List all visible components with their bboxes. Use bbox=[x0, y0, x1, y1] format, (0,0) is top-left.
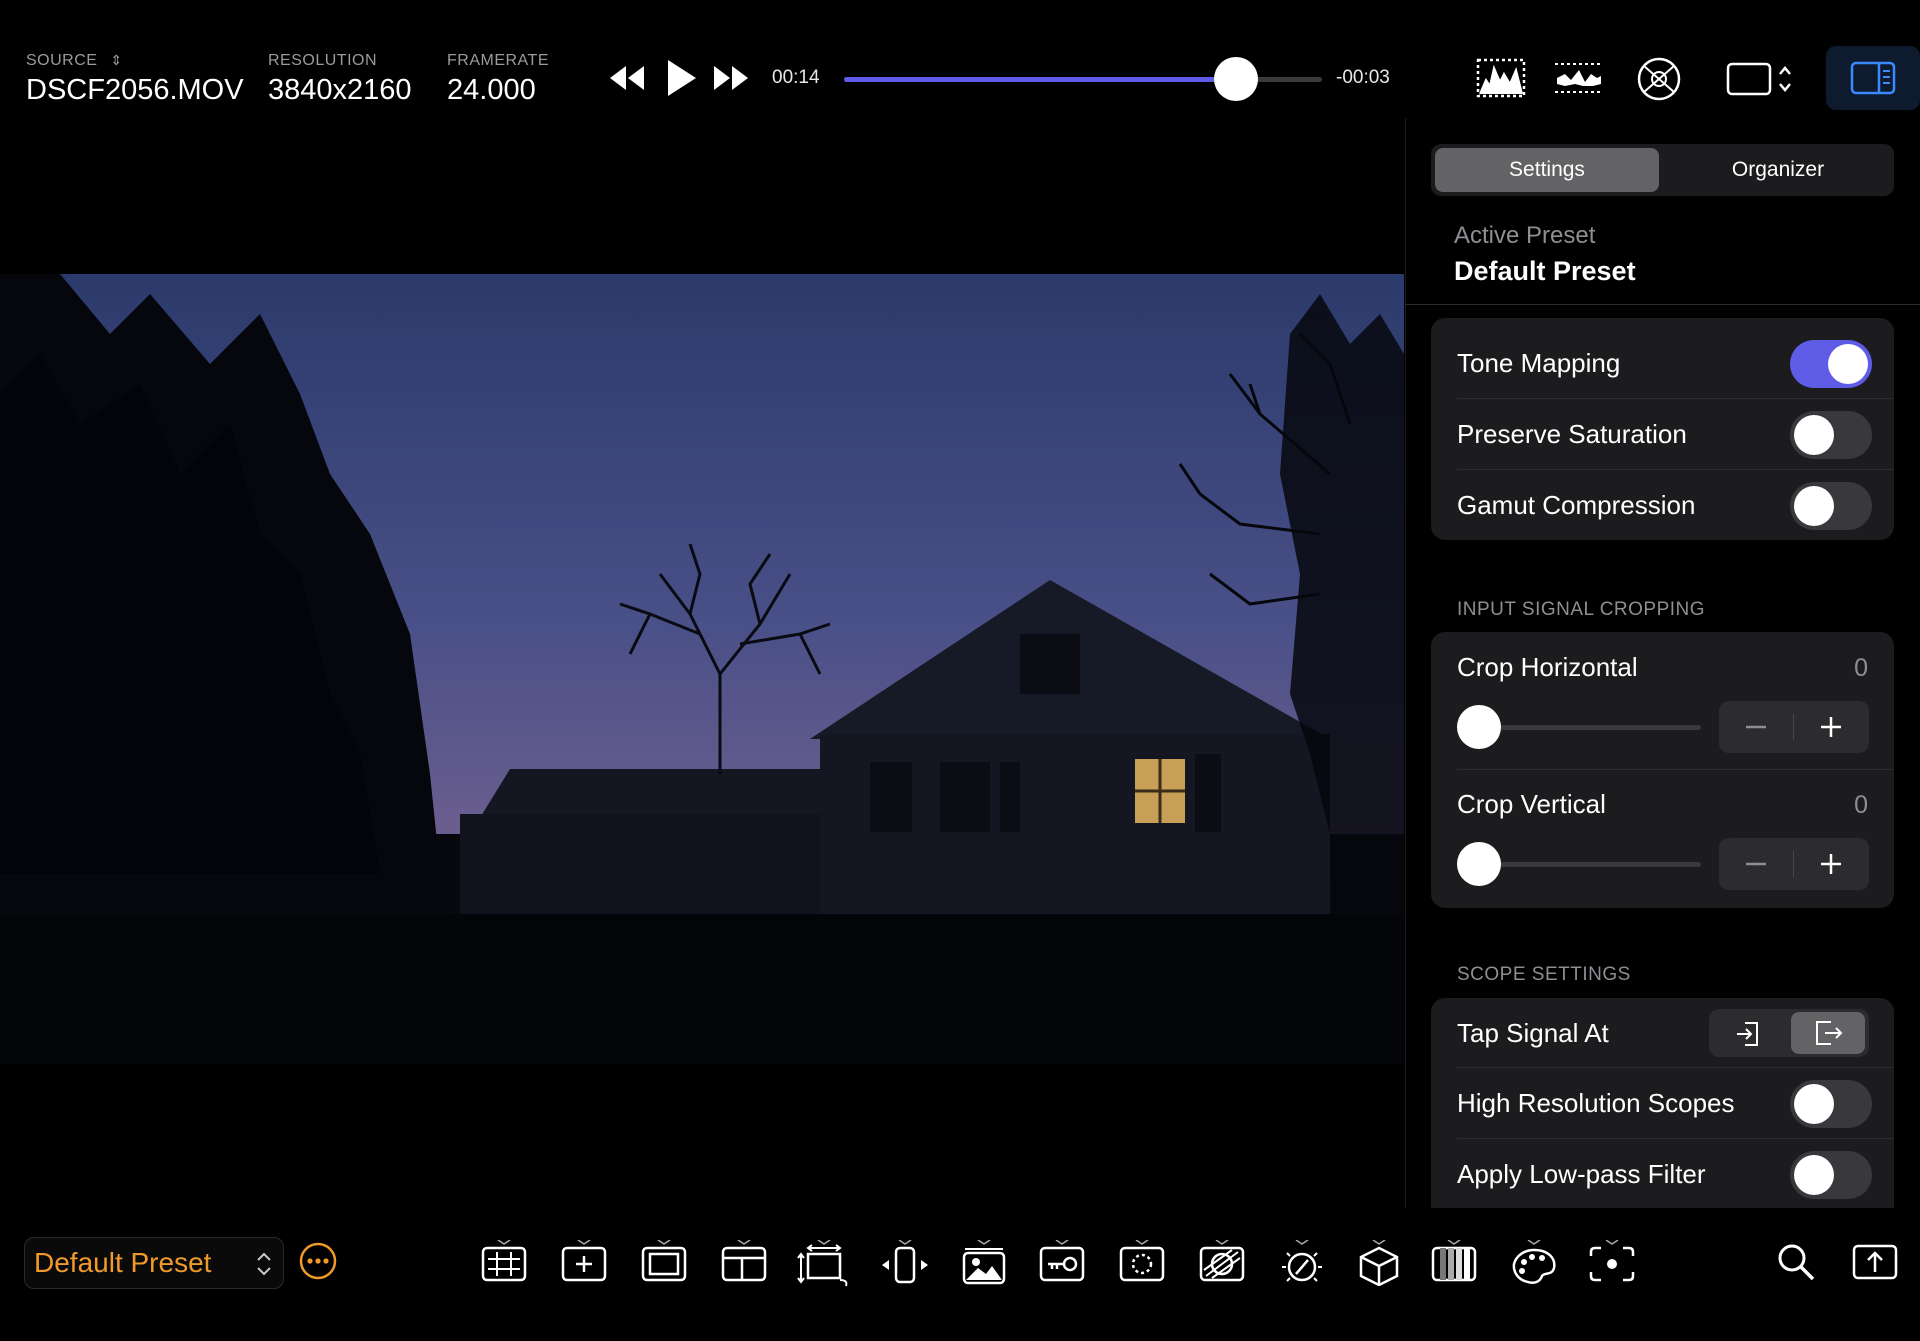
scope-settings-header: SCOPE SETTINGS bbox=[1457, 964, 1631, 985]
stepper-separator bbox=[1793, 851, 1794, 877]
active-preset-label: Active Preset bbox=[1454, 222, 1596, 249]
minus-icon[interactable] bbox=[1744, 717, 1768, 737]
exposure-icon[interactable] bbox=[1276, 1240, 1328, 1288]
preset-selector[interactable]: Default Preset bbox=[24, 1237, 284, 1289]
tap-signal-segmented bbox=[1709, 1009, 1869, 1057]
low-pass-filter-label: Apply Low-pass Filter bbox=[1457, 1159, 1706, 1189]
low-pass-filter-toggle[interactable] bbox=[1790, 1151, 1872, 1199]
crop-vertical-label: Crop Vertical bbox=[1457, 789, 1606, 819]
resolution-info: RESOLUTION 3840x2160 bbox=[268, 52, 412, 107]
safe-area-icon[interactable] bbox=[720, 1240, 768, 1284]
tap-input-icon[interactable] bbox=[1733, 1019, 1763, 1049]
video-viewer[interactable] bbox=[0, 274, 1404, 1064]
crop-horizontal-value: 0 bbox=[1854, 654, 1868, 682]
source-selector[interactable]: SOURCE ⇕ DSCF2056.MOV bbox=[26, 52, 244, 107]
gamut-compression-toggle[interactable] bbox=[1790, 482, 1872, 530]
aspect-ratio-icon[interactable] bbox=[1726, 60, 1796, 100]
fast-forward-icon[interactable] bbox=[712, 58, 750, 98]
tab-organizer[interactable]: Organizer bbox=[1667, 148, 1889, 192]
toggle-knob bbox=[1828, 344, 1868, 384]
preset-divider bbox=[1405, 304, 1920, 305]
active-preset-name: Default Preset bbox=[1454, 256, 1636, 286]
tone-mapping-toggle[interactable] bbox=[1790, 340, 1872, 388]
vectorscope-icon[interactable] bbox=[1636, 56, 1682, 102]
preserve-saturation-label: Preserve Saturation bbox=[1457, 419, 1687, 449]
row-divider bbox=[1457, 398, 1894, 399]
image-overlay-icon[interactable] bbox=[960, 1240, 1008, 1286]
preserve-saturation-toggle[interactable] bbox=[1790, 411, 1872, 459]
plus-icon[interactable] bbox=[1819, 852, 1843, 876]
rewind-icon[interactable] bbox=[608, 58, 646, 98]
tap-signal-label: Tap Signal At bbox=[1457, 1018, 1609, 1048]
more-options-icon[interactable] bbox=[298, 1241, 338, 1281]
row-divider bbox=[1457, 769, 1894, 770]
lut-key-icon[interactable] bbox=[1038, 1240, 1086, 1284]
row-divider bbox=[1457, 1067, 1894, 1068]
input-cropping-header: INPUT SIGNAL CROPPING bbox=[1457, 599, 1706, 620]
crop-vertical-knob[interactable] bbox=[1457, 842, 1501, 886]
cube-3d-icon[interactable] bbox=[1356, 1240, 1402, 1286]
scrubber-fill bbox=[844, 77, 1236, 82]
flip-icon[interactable] bbox=[880, 1240, 930, 1286]
sidebar-toggle-button[interactable] bbox=[1826, 46, 1920, 110]
search-icon[interactable] bbox=[1776, 1242, 1816, 1282]
toggle-knob bbox=[1794, 486, 1834, 526]
framerate-label: FRAMERATE bbox=[447, 52, 549, 69]
waveform-icon[interactable] bbox=[1553, 56, 1605, 100]
crop-horizontal-knob[interactable] bbox=[1457, 705, 1501, 749]
frame-guide-icon[interactable] bbox=[640, 1240, 688, 1284]
spot-meter-icon[interactable] bbox=[1588, 1240, 1636, 1284]
chevron-updown-icon: ⇕ bbox=[110, 52, 123, 68]
grid-overlay-icon[interactable] bbox=[480, 1240, 528, 1284]
sidebar-tabs: Settings Organizer bbox=[1431, 144, 1894, 196]
source-value: DSCF2056.MOV bbox=[26, 74, 244, 106]
zebra-icon[interactable] bbox=[1430, 1240, 1478, 1284]
focus-peaking-icon[interactable] bbox=[1118, 1240, 1166, 1284]
elapsed-time: 00:14 bbox=[772, 67, 820, 88]
row-divider bbox=[1457, 1138, 1894, 1139]
center-marker-icon[interactable] bbox=[560, 1240, 608, 1284]
minus-icon[interactable] bbox=[1744, 854, 1768, 874]
toggle-knob bbox=[1794, 1155, 1834, 1195]
histogram-icon[interactable] bbox=[1476, 56, 1526, 100]
tap-output-button[interactable] bbox=[1791, 1012, 1865, 1054]
video-frame-image bbox=[0, 274, 1404, 1064]
preset-selector-label: Default Preset bbox=[34, 1247, 212, 1278]
source-label: SOURCE ⇕ bbox=[26, 52, 123, 69]
tap-output-icon bbox=[1816, 1021, 1843, 1045]
remaining-time: -00:03 bbox=[1336, 67, 1390, 88]
toggle-knob bbox=[1794, 415, 1834, 455]
plus-icon[interactable] bbox=[1819, 715, 1843, 739]
color-palette-icon[interactable] bbox=[1510, 1240, 1558, 1286]
high-res-scopes-toggle[interactable] bbox=[1790, 1080, 1872, 1128]
crop-vertical-value: 0 bbox=[1854, 791, 1868, 819]
crop-vertical-stepper bbox=[1719, 838, 1869, 890]
high-res-scopes-label: High Resolution Scopes bbox=[1457, 1088, 1735, 1118]
resolution-value: 3840x2160 bbox=[268, 74, 412, 106]
gamut-compression-label: Gamut Compression bbox=[1457, 490, 1696, 520]
scope-settings-card: Tap Signal At High Resolution Scopes App… bbox=[1431, 998, 1894, 1208]
crop-horizontal-stepper bbox=[1719, 701, 1869, 753]
framerate-value: 24.000 bbox=[447, 74, 536, 106]
export-icon[interactable] bbox=[1852, 1244, 1898, 1280]
crop-horizontal-label: Crop Horizontal bbox=[1457, 652, 1638, 682]
scale-icon[interactable] bbox=[796, 1240, 852, 1288]
sidebar-toggle-icon bbox=[1850, 61, 1896, 95]
row-divider bbox=[1457, 469, 1894, 470]
scrubber-knob[interactable] bbox=[1213, 57, 1258, 101]
toggle-knob bbox=[1794, 1084, 1834, 1124]
framerate-info: FRAMERATE 24.000 bbox=[447, 52, 549, 107]
false-color-icon[interactable] bbox=[1198, 1240, 1246, 1284]
resolution-label: RESOLUTION bbox=[268, 52, 378, 69]
chevron-updown-icon bbox=[257, 1252, 271, 1276]
play-icon[interactable] bbox=[664, 56, 698, 100]
tone-settings-card: Tone Mapping Preserve Saturation Gamut C… bbox=[1431, 318, 1894, 540]
tone-mapping-label: Tone Mapping bbox=[1457, 348, 1621, 378]
tab-settings[interactable]: Settings bbox=[1435, 148, 1659, 192]
cropping-card: Crop Horizontal 0 Crop Vertical 0 bbox=[1431, 632, 1894, 908]
stepper-separator bbox=[1793, 714, 1794, 740]
